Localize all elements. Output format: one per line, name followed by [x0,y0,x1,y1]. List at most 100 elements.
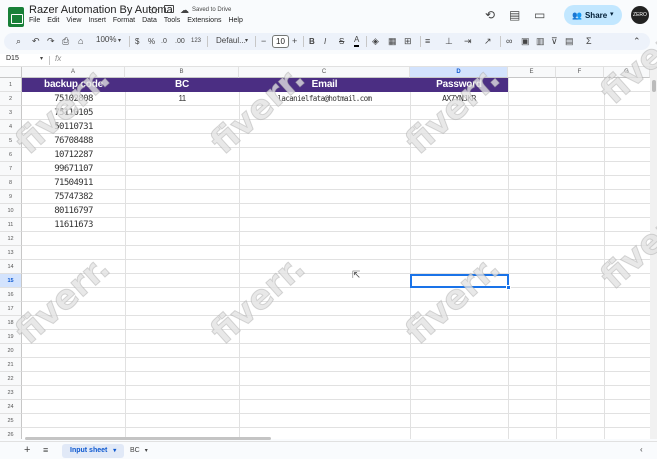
row-header-20[interactable]: 20 [0,344,22,358]
menu-help[interactable]: Help [228,17,242,24]
row-header-15[interactable]: 15 [0,274,22,288]
cell-c2[interactable]: lacanielfata@hotmail.com [239,92,410,106]
share-dropdown-icon[interactable]: ▾ [610,10,614,18]
tab-bc[interactable]: BC ▾ [126,444,152,458]
history-icon[interactable]: ⟲ [485,8,495,22]
borders-icon[interactable]: ▦ [388,35,397,48]
menu-extensions[interactable]: Extensions [187,17,221,24]
strikethrough-button[interactable]: S [339,35,344,48]
sheets-logo-icon[interactable] [8,7,24,27]
insert-chart-icon[interactable]: ▥ [536,35,545,48]
decrease-font-size-button[interactable]: − [261,35,266,48]
cell-a10[interactable]: 80116797 [22,204,125,218]
menu-data[interactable]: Data [142,17,157,24]
meet-video-icon[interactable]: ▭ [534,8,545,22]
row-header-11[interactable]: 11 [0,218,22,232]
vertical-align-icon[interactable]: ⊥ [445,35,453,48]
star-icon[interactable]: ☆ [149,4,159,17]
search-menus-icon[interactable]: ⌕ [16,35,21,48]
sheet-grid[interactable]: A B C D E F G 1 2 3 4 5 6 7 8 9 10 11 12 13 14 15 16 17 1… [0,67,650,439]
menu-view[interactable]: View [66,17,81,24]
name-box[interactable]: D15 [6,55,19,62]
header-cell-backup-code[interactable]: backup code [22,78,125,92]
paint-format-icon[interactable]: ⌂ [78,35,83,48]
cell-a5[interactable]: 76708488 [22,134,125,148]
cell-a2[interactable]: 75102808 [22,92,125,106]
column-header-d[interactable]: D [410,67,508,78]
avatar[interactable]: ZERO [631,6,649,24]
filter-views-icon[interactable]: ▤ [565,35,574,48]
menu-insert[interactable]: Insert [88,17,106,24]
row-header-13[interactable]: 13 [0,246,22,260]
cell-a8[interactable]: 71504911 [22,176,125,190]
all-sheets-menu-icon[interactable]: ≡ [43,445,48,455]
cell-a11[interactable]: 11611673 [22,218,125,232]
row-header-2[interactable]: 2 [0,92,22,106]
tab-chevron-down-icon[interactable]: ▾ [145,448,148,454]
currency-format-button[interactable]: $ [135,35,139,48]
italic-button[interactable]: I [324,35,326,48]
font-family-select[interactable]: Defaul... [216,36,246,45]
row-header-21[interactable]: 21 [0,358,22,372]
select-all-corner[interactable] [0,67,22,78]
header-cell-email[interactable]: Email [239,78,410,92]
fill-color-icon[interactable]: ◈ [372,35,379,48]
row-header-18[interactable]: 18 [0,316,22,330]
horizontal-scroll-thumb[interactable] [25,437,271,440]
insert-link-icon[interactable]: ∞ [506,35,512,48]
text-color-button[interactable]: A [354,35,360,47]
functions-button[interactable]: Σ [586,35,592,48]
row-header-6[interactable]: 6 [0,148,22,162]
row-header-4[interactable]: 4 [0,120,22,134]
collapse-toolbar-icon[interactable]: ⌃ [633,35,641,48]
increase-decimal-button[interactable]: .00 [175,35,185,48]
row-header-16[interactable]: 16 [0,288,22,302]
column-header-f[interactable]: F [556,67,604,78]
row-header-1[interactable]: 1 [0,78,22,92]
percent-format-button[interactable]: % [148,35,155,48]
vertical-scrollbar[interactable] [650,67,657,439]
menu-tools[interactable]: Tools [164,17,180,24]
font-size-input[interactable]: 10 [272,35,289,48]
decrease-decimal-button[interactable]: .0 [161,35,167,48]
row-header-9[interactable]: 9 [0,190,22,204]
cell-a6[interactable]: 10712287 [22,148,125,162]
row-header-7[interactable]: 7 [0,162,22,176]
row-header-5[interactable]: 5 [0,134,22,148]
print-icon[interactable]: ⎙ [62,35,69,48]
tab-input-sheet[interactable]: Input sheet ▾ [62,444,125,458]
row-header-8[interactable]: 8 [0,176,22,190]
increase-font-size-button[interactable]: + [292,35,297,48]
fill-handle[interactable] [506,285,511,290]
row-header-19[interactable]: 19 [0,330,22,344]
cell-a7[interactable]: 99671107 [22,162,125,176]
cell-b2[interactable]: 11 [125,92,239,106]
row-header-22[interactable]: 22 [0,372,22,386]
move-folder-icon[interactable] [164,5,174,13]
cell-a9[interactable]: 75747382 [22,190,125,204]
text-rotation-icon[interactable]: ↗ [484,35,492,48]
number-format-button[interactable]: 123 [191,35,201,48]
menu-file[interactable]: File [29,17,40,24]
cell-d2[interactable]: AX7YNJKR [410,92,508,106]
column-header-b[interactable]: B [125,67,239,78]
vertical-scroll-thumb[interactable] [652,80,656,92]
column-header-e[interactable]: E [508,67,556,78]
insert-comment-icon[interactable]: ▣ [521,35,530,48]
filter-icon[interactable]: ⊽ [551,35,558,48]
tab-chevron-down-icon[interactable]: ▾ [113,448,116,454]
column-header-c[interactable]: C [239,67,410,78]
text-wrapping-icon[interactable]: ⇥ [464,35,472,48]
active-cell-selection[interactable] [410,274,509,288]
merge-cells-icon[interactable]: ⊞ [404,35,412,48]
row-header-14[interactable]: 14 [0,260,22,274]
add-sheet-icon[interactable]: + [24,444,30,456]
column-header-g[interactable]: G [604,67,650,78]
column-header-a[interactable]: A [22,67,125,78]
row-header-25[interactable]: 25 [0,414,22,428]
undo-icon[interactable]: ↶ [32,35,40,48]
row-header-10[interactable]: 10 [0,204,22,218]
header-cell-password[interactable]: Password [410,78,508,92]
horizontal-align-icon[interactable]: ≡ [425,35,430,48]
menu-format[interactable]: Format [113,17,135,24]
